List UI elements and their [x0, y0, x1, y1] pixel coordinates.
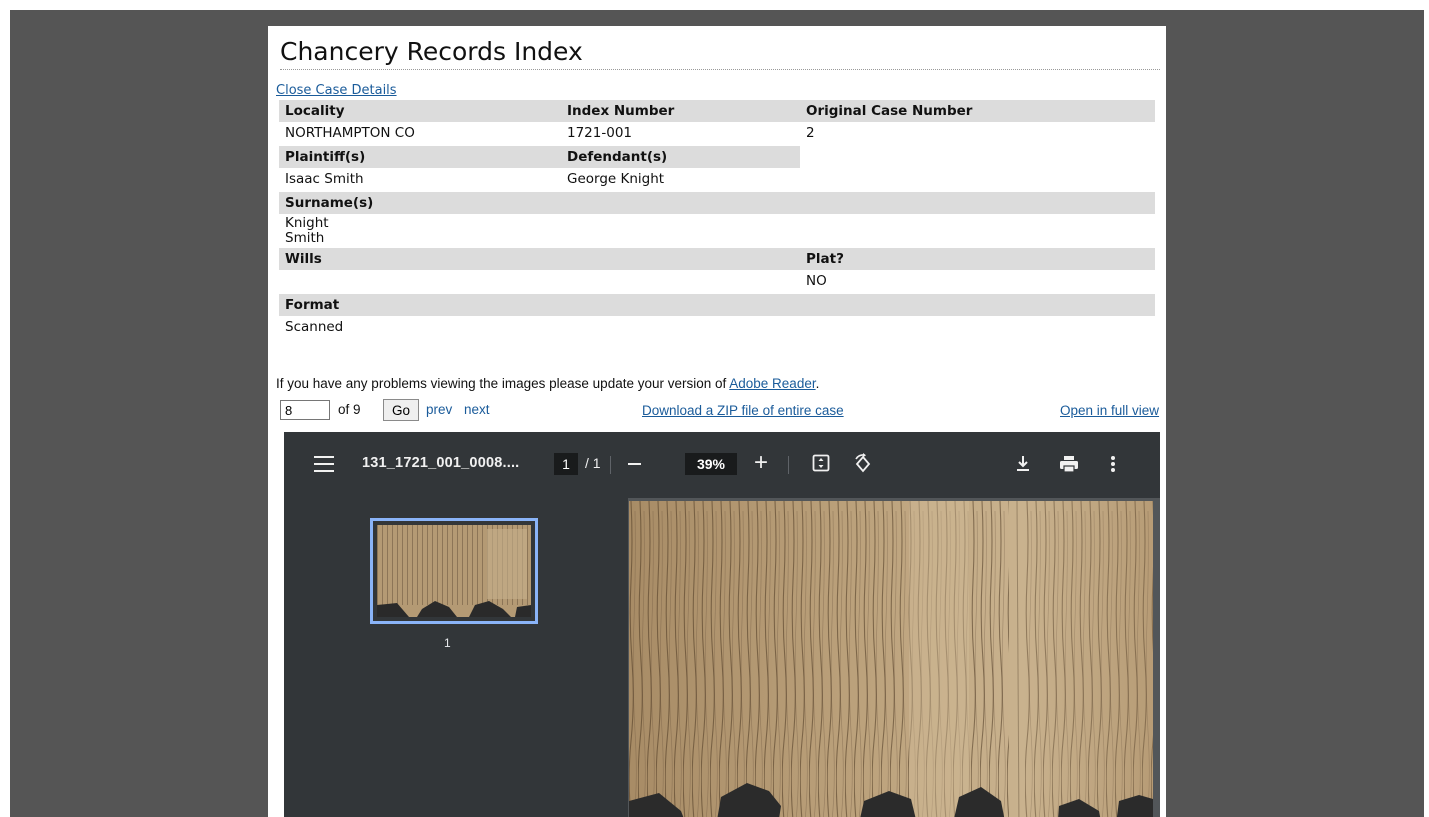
go-button[interactable]: Go: [383, 399, 419, 421]
original-case-number-label: Original Case Number: [800, 100, 1155, 122]
surnames-value: Knight Smith: [279, 214, 1155, 248]
page-thumbnail[interactable]: [370, 518, 538, 624]
thumbnail-page-number: 1: [444, 636, 451, 650]
more-icon[interactable]: [1110, 454, 1116, 474]
adobe-reader-notice: If you have any problems viewing the ima…: [276, 376, 819, 391]
format-value: Scanned: [285, 319, 344, 335]
page-background: Chancery Records Index Close Case Detail…: [10, 10, 1424, 817]
surname-item: Knight: [285, 215, 329, 231]
toolbar-divider: [610, 456, 611, 474]
print-icon[interactable]: [1058, 454, 1080, 474]
file-name: 131_1721_001_0008....: [362, 455, 520, 471]
download-icon[interactable]: [1014, 454, 1032, 474]
page-number-input[interactable]: [280, 400, 330, 420]
defendants-value: George Knight: [567, 171, 665, 187]
plaintiffs-label: Plaintiff(s): [279, 146, 561, 168]
document-view[interactable]: [628, 498, 1160, 817]
pdf-viewer[interactable]: 131_1721_001_0008.... 1 / 1 39% + 1: [284, 432, 1160, 817]
minus-icon[interactable]: [628, 463, 641, 465]
table-header-row: Plaintiff(s) Defendant(s): [279, 146, 1155, 168]
toolbar-divider: [788, 456, 789, 474]
table-row: NORTHAMPTON CO 1721-001 2: [279, 122, 1155, 146]
notice-text: If you have any problems viewing the ima…: [276, 376, 730, 391]
page-title: Chancery Records Index: [280, 34, 1160, 70]
locality-value: NORTHAMPTON CO: [285, 125, 415, 141]
total-pages-label: / 1: [585, 455, 601, 471]
table-header-row: Locality Index Number Original Case Numb…: [279, 100, 1155, 122]
table-row: Scanned: [279, 316, 1155, 340]
close-case-details-link[interactable]: Close Case Details: [276, 83, 397, 98]
thumbnail-sidebar: 1: [284, 498, 628, 817]
wills-label: Wills: [279, 248, 800, 270]
empty-cell: [800, 146, 1155, 168]
fit-page-icon[interactable]: [812, 454, 830, 472]
table-row: Isaac Smith George Knight: [279, 168, 1155, 192]
surnames-label: Surname(s): [279, 192, 1155, 214]
table-row: Knight Smith: [279, 214, 1155, 248]
rotate-icon[interactable]: [852, 453, 874, 475]
plat-value: NO: [806, 273, 827, 289]
wills-value: [279, 270, 800, 294]
pdf-toolbar: 131_1721_001_0008.... 1 / 1 39% +: [284, 432, 1160, 498]
next-link[interactable]: next: [464, 402, 490, 417]
prev-link[interactable]: prev: [426, 402, 452, 417]
index-number-value: 1721-001: [567, 125, 632, 141]
page-count-label: of 9: [338, 402, 361, 417]
adobe-reader-link[interactable]: Adobe Reader: [729, 376, 815, 391]
defendants-label: Defendant(s): [561, 146, 800, 168]
case-details-table: Locality Index Number Original Case Numb…: [279, 100, 1155, 340]
thumbnail-image: [377, 525, 531, 617]
table-row: NO: [279, 270, 1155, 294]
plus-icon[interactable]: +: [754, 450, 768, 476]
scanned-document-image: [629, 501, 1153, 817]
plaintiffs-value: Isaac Smith: [285, 171, 364, 187]
index-number-label: Index Number: [561, 100, 800, 122]
table-header-row: Wills Plat?: [279, 248, 1155, 270]
menu-icon[interactable]: [314, 456, 334, 472]
locality-label: Locality: [279, 100, 561, 122]
download-zip-link[interactable]: Download a ZIP file of entire case: [642, 403, 844, 418]
image-navigation: of 9 Go prev next Download a ZIP file of…: [280, 399, 1166, 423]
empty-cell: [800, 168, 1155, 192]
table-header-row: Surname(s): [279, 192, 1155, 214]
original-case-number-value: 2: [806, 125, 815, 141]
notice-period: .: [815, 376, 820, 391]
format-label: Format: [279, 294, 1155, 316]
surname-item: Smith: [285, 230, 325, 246]
open-full-view-link[interactable]: Open in full view: [1060, 403, 1159, 418]
zoom-input[interactable]: 39%: [685, 453, 737, 475]
content-panel: Chancery Records Index Close Case Detail…: [268, 26, 1166, 817]
current-page-input[interactable]: 1: [554, 453, 578, 475]
plat-label: Plat?: [800, 248, 1155, 270]
table-header-row: Format: [279, 294, 1155, 316]
